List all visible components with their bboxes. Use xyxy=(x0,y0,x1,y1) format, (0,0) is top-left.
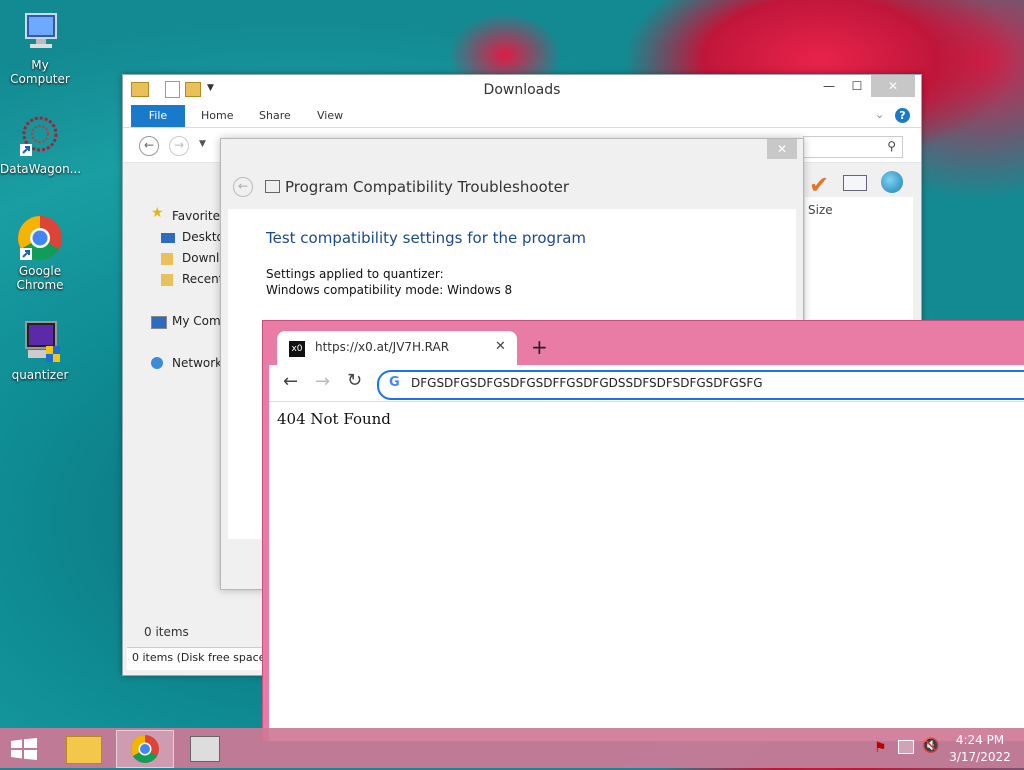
dialog-title: Program Compatibility Troubleshooter xyxy=(285,178,569,196)
downloads-icon xyxy=(161,253,173,265)
desktop-icon xyxy=(161,233,175,243)
folder-icon xyxy=(66,736,102,764)
volume-muted-icon[interactable]: 🔇 xyxy=(922,738,939,754)
browser-window: x0 https://x0.at/JV7H.RAR ✕ + ← → ↻ G DF… xyxy=(262,320,1024,742)
back-button[interactable]: ← xyxy=(283,371,298,392)
dialog-heading: Test compatibility settings for the prog… xyxy=(266,229,587,247)
browser-toolbar: ← → ↻ G DFGSDFGSDFGSDFGSDFFGSDFGDSSDFSDF… xyxy=(269,365,1024,401)
settings-line-1: Settings applied to quantizer: xyxy=(266,267,444,281)
status-text: 0 items (Disk free space: xyxy=(132,651,270,664)
help-icon[interactable]: ? xyxy=(895,108,910,123)
forward-button[interactable]: → xyxy=(169,136,189,156)
tab-home[interactable]: Home xyxy=(201,105,233,127)
tab-favicon: x0 xyxy=(289,341,305,357)
taskbar-file-explorer[interactable] xyxy=(56,730,112,766)
network-icon[interactable] xyxy=(898,740,914,754)
desktop-icon-google-chrome[interactable]: Google Chrome xyxy=(0,214,80,292)
troubleshooter-icon xyxy=(265,180,280,193)
navigation-pane: ★ Favorites Desktop Downloads Recent My … xyxy=(131,197,253,637)
desktop-icon-my-computer[interactable]: My Computer xyxy=(0,8,80,86)
chrome-icon xyxy=(16,214,64,262)
computer-icon xyxy=(16,8,64,56)
browser-tab[interactable]: x0 https://x0.at/JV7H.RAR ✕ xyxy=(277,331,517,365)
windows-logo-icon xyxy=(11,738,37,760)
tab-close-icon[interactable]: ✕ xyxy=(495,339,506,354)
desktop-icon-datawagon[interactable]: DataWagon... xyxy=(0,112,82,176)
nav-item-favorites[interactable]: Favorites xyxy=(172,209,226,223)
computer-icon xyxy=(151,316,167,329)
chevron-down-icon[interactable]: ▼ xyxy=(199,139,206,149)
envelope-icon[interactable] xyxy=(843,175,867,191)
tab-title: https://x0.at/JV7H.RAR xyxy=(315,340,450,354)
taskbar: ⚑ 🔇 4:24 PM 3/17/2022 xyxy=(0,728,1024,768)
desktop-icon-label: Google Chrome xyxy=(16,264,64,292)
close-button[interactable]: ✕ xyxy=(767,139,797,159)
reload-button[interactable]: ↻ xyxy=(347,370,362,391)
page-content: 404 Not Found xyxy=(269,401,1024,741)
new-tab-button[interactable]: + xyxy=(531,335,548,359)
window-title: Downloads xyxy=(483,82,561,98)
close-button[interactable]: ✕ xyxy=(871,75,915,97)
nav-item-network[interactable]: Network xyxy=(172,356,222,370)
globe-icon[interactable] xyxy=(881,171,903,193)
network-icon xyxy=(151,357,163,369)
taskbar-chrome[interactable] xyxy=(116,730,174,768)
clock-date[interactable]: 3/17/2022 xyxy=(948,750,1012,764)
back-arrow-icon[interactable]: ← xyxy=(233,177,253,197)
ribbon: File Home Share View ⌄ ? xyxy=(123,105,921,128)
troubleshooter-icon xyxy=(190,736,220,762)
address-bar[interactable]: G DFGSDFGSDFGSDFGSDFFGSDFGDSSDFSDFSDFGSD… xyxy=(377,370,1024,400)
desktop-icon-label: My Computer xyxy=(10,58,70,86)
status-item-count: 0 items xyxy=(144,625,189,639)
chevron-down-icon[interactable]: ⌄ xyxy=(875,108,884,121)
search-box[interactable]: ⚲ xyxy=(803,136,903,158)
back-button[interactable]: ← xyxy=(139,136,159,156)
desktop-icon-label: quantizer xyxy=(11,368,69,382)
recent-icon xyxy=(161,274,173,286)
taskbar-troubleshooter[interactable] xyxy=(176,730,232,766)
quantizer-icon xyxy=(16,318,64,366)
page-error-text: 404 Not Found xyxy=(277,410,391,428)
column-header-size[interactable]: Size xyxy=(808,203,833,217)
desktop-icon-quantizer[interactable]: quantizer xyxy=(0,318,80,382)
start-button[interactable] xyxy=(10,738,38,760)
tab-view[interactable]: View xyxy=(317,105,343,127)
nav-item-recent[interactable]: Recent xyxy=(182,272,223,286)
maximize-button[interactable]: ☐ xyxy=(843,75,871,97)
forward-button[interactable]: → xyxy=(315,371,330,392)
chrome-icon xyxy=(131,735,159,763)
star-icon: ★ xyxy=(151,205,164,221)
flag-icon[interactable]: ⚑ xyxy=(874,740,887,756)
datawagon-icon xyxy=(16,112,64,160)
desktop-icon-label: DataWagon... xyxy=(0,162,82,176)
checkmark-icon[interactable]: ✔ xyxy=(809,171,829,199)
tab-share[interactable]: Share xyxy=(259,105,291,127)
address-input[interactable]: DFGSDFGSDFGSDFGSDFFGSDFGDSSDFSDFSDFGSDFG… xyxy=(411,376,763,390)
settings-line-2: Windows compatibility mode: Windows 8 xyxy=(266,283,513,297)
clock-time[interactable]: 4:24 PM xyxy=(952,733,1008,747)
search-icon: ⚲ xyxy=(887,139,896,153)
minimize-button[interactable]: — xyxy=(815,75,843,97)
google-icon: G xyxy=(389,375,400,390)
explorer-titlebar: ▼ Downloads — ☐ ✕ xyxy=(123,75,921,105)
tab-file[interactable]: File xyxy=(131,105,185,127)
